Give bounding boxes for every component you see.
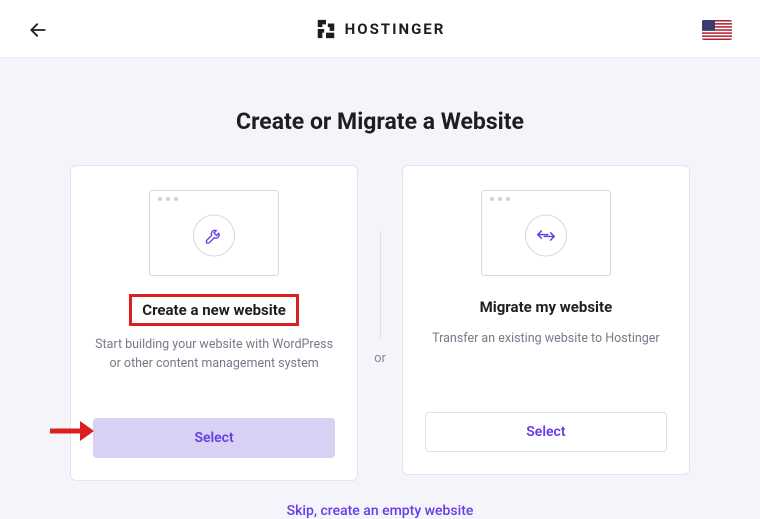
header: HOSTINGER [0, 0, 760, 58]
arrow-left-icon [28, 20, 48, 40]
or-separator: or [374, 351, 386, 366]
wrench-icon [204, 226, 224, 246]
brand-logo: HOSTINGER [315, 18, 446, 40]
brand-text: HOSTINGER [345, 20, 446, 38]
card-title: Create a new website [129, 294, 299, 326]
page-title: Create or Migrate a Website [0, 108, 760, 135]
skip-link[interactable]: Skip, create an empty website [0, 503, 760, 519]
card-description: Start building your website with WordPre… [93, 336, 335, 392]
cards-row: Create a new website Start building your… [0, 165, 760, 481]
select-create-button[interactable]: Select [93, 418, 335, 458]
transfer-arrows-icon [535, 225, 557, 247]
card-create-website: Create a new website Start building your… [70, 165, 358, 481]
card-illustration [149, 190, 279, 276]
hostinger-logo-icon [315, 18, 337, 40]
us-flag-icon [702, 20, 732, 40]
card-title: Migrate my website [470, 294, 623, 320]
back-button[interactable] [28, 20, 48, 44]
card-description: Transfer an existing website to Hostinge… [425, 330, 667, 386]
locale-flag-us[interactable] [702, 20, 732, 40]
card-migrate-website: Migrate my website Transfer an existing … [402, 165, 690, 475]
card-illustration [481, 190, 611, 276]
select-migrate-button[interactable]: Select [425, 412, 667, 452]
